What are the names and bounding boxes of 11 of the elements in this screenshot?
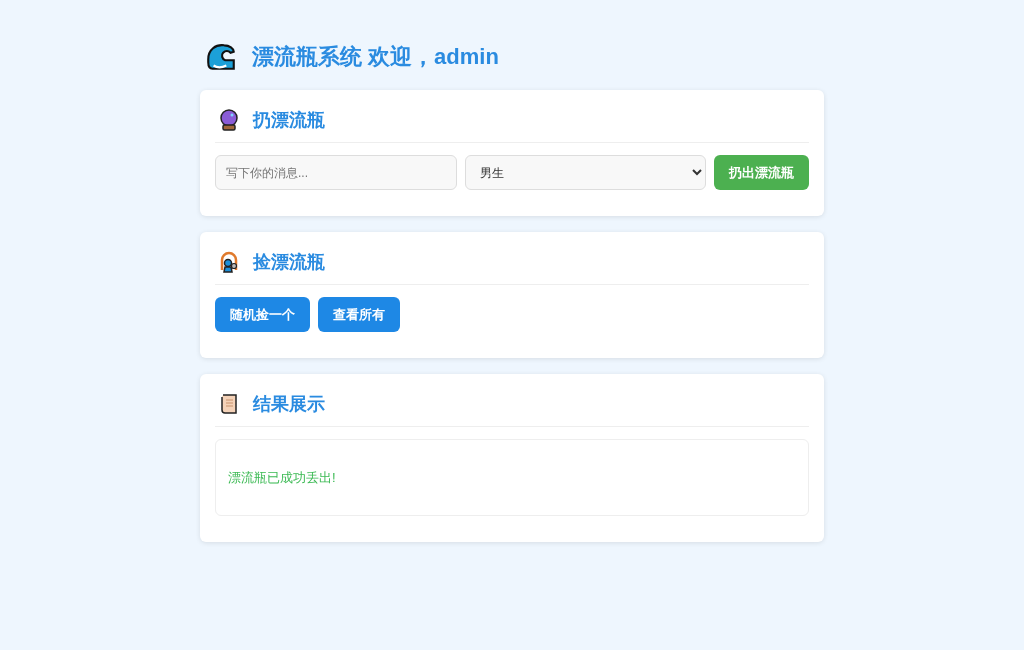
message-input[interactable]: 写下你的消息... — [215, 155, 457, 190]
section-title: 结果展示 — [253, 393, 325, 416]
section-title: 捡漂流瓶 — [253, 251, 325, 274]
pick-button[interactable]: 随机捡一个 — [215, 297, 310, 332]
result-message: 漂流瓶已成功丢出! — [228, 469, 336, 487]
page-title: 漂流瓶系统 欢迎，admin — [252, 43, 499, 71]
section-title: 扔漂流瓶 — [253, 109, 325, 132]
crystal-ball-icon — [217, 108, 241, 132]
pick-button[interactable]: 查看所有 — [318, 297, 400, 332]
throw-button[interactable]: 扔出漂流瓶 — [714, 155, 809, 190]
gender-select[interactable]: 男生 — [464, 155, 706, 190]
